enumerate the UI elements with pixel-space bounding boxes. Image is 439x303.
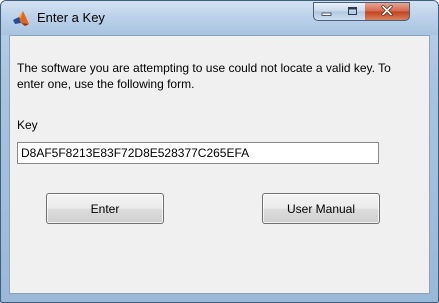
- enter-button[interactable]: Enter: [46, 193, 164, 224]
- maximize-button[interactable]: [339, 2, 366, 21]
- key-label: Key: [17, 118, 38, 132]
- minimize-icon: [321, 3, 332, 21]
- dialog-message: The software you are attempting to use c…: [17, 61, 391, 91]
- user-manual-button[interactable]: User Manual: [262, 193, 380, 224]
- window-title: Enter a Key: [37, 10, 105, 25]
- minimize-button[interactable]: [313, 2, 340, 21]
- matlab-logo-icon: [12, 9, 30, 27]
- key-input[interactable]: [17, 142, 379, 164]
- close-icon: [381, 3, 393, 21]
- maximize-icon: [347, 3, 358, 21]
- close-button[interactable]: [365, 2, 410, 21]
- dialog-window: Enter a Key The software you are attempt…: [0, 0, 439, 303]
- title-bar[interactable]: Enter a Key: [1, 1, 438, 35]
